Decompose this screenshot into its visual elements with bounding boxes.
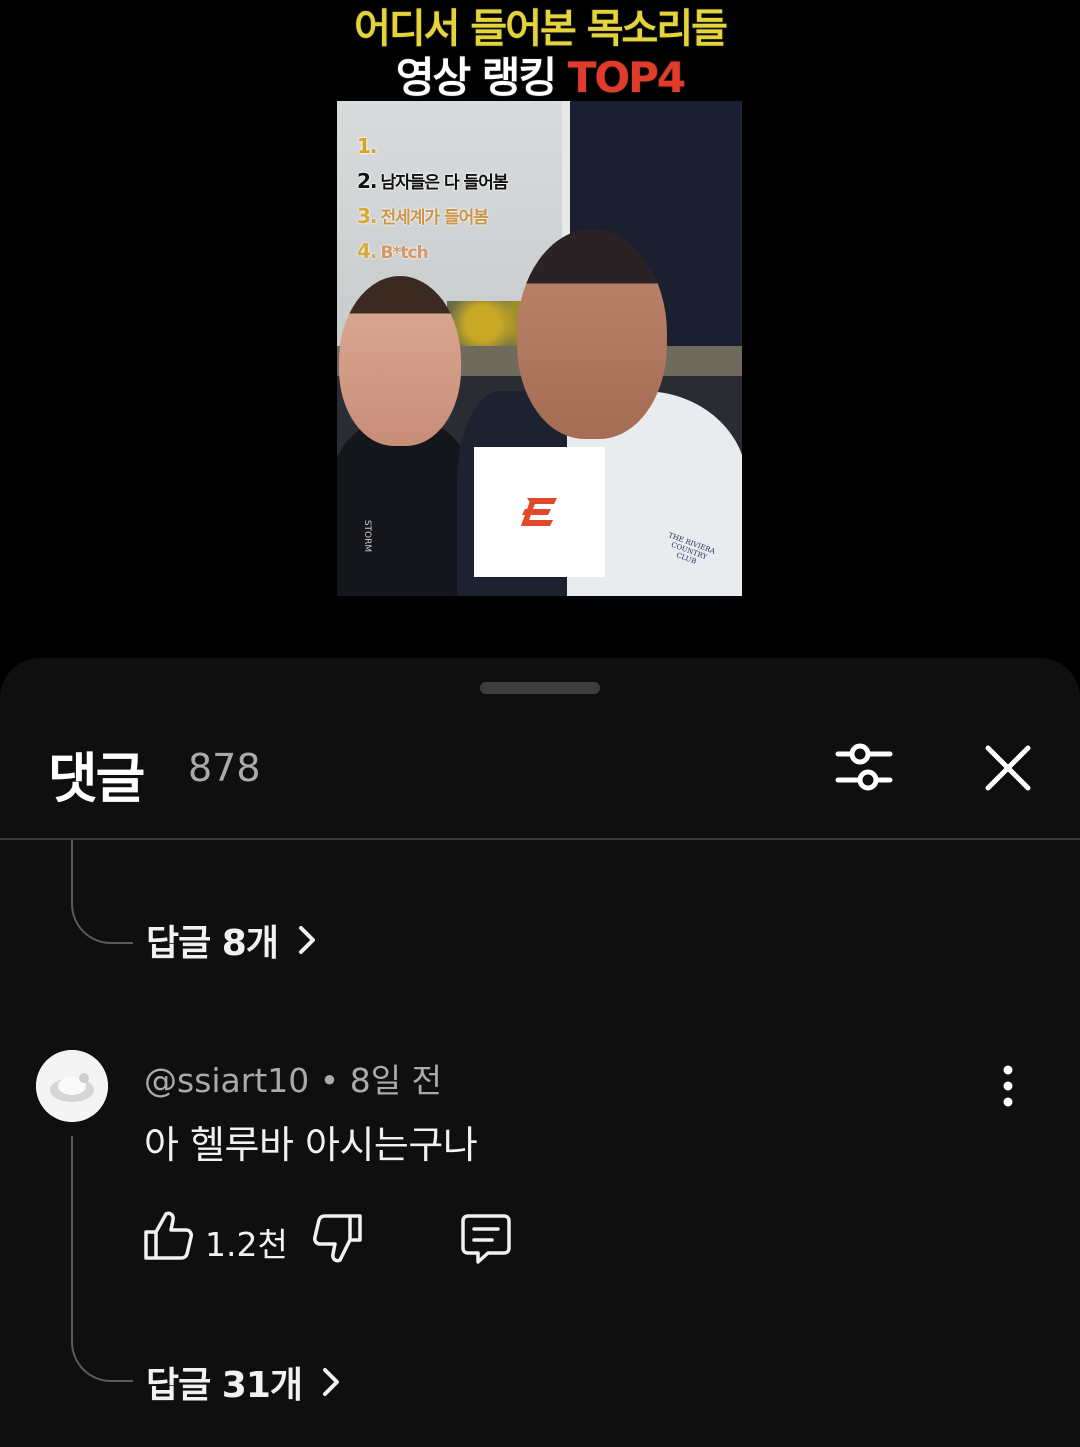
drag-handle[interactable]	[480, 682, 600, 694]
comments-count: 878	[188, 746, 261, 790]
reply-button[interactable]	[458, 1210, 514, 1266]
close-icon	[985, 745, 1031, 791]
comments-sheet: 댓글 878 답글 8개 @ssiart10 • 8일 전 아 헬루바 아시는구…	[0, 658, 1080, 1447]
ranking-num: 1.	[357, 134, 377, 158]
ranking-text: B*tch	[380, 243, 429, 263]
like-count: 1.2천	[205, 1225, 288, 1264]
chevron-right-icon	[323, 1368, 339, 1396]
comment-text: 아 헬루바 아시는구나	[144, 1123, 478, 1167]
view-replies-label: 답글 31개	[146, 1365, 303, 1406]
ranking-num: 4.	[357, 239, 377, 263]
thumb-up-icon	[144, 1211, 193, 1260]
comment-author[interactable]: @ssiart10	[144, 1061, 309, 1100]
view-replies-button[interactable]: 답글 8개	[146, 914, 322, 966]
view-replies-label: 답글 8개	[146, 923, 279, 964]
video-title-accent: TOP4	[567, 52, 687, 103]
video-player[interactable]: 어디서 들어본 목소리들 영상 랭킹 TOP4 THE RIVIERA COUN…	[0, 0, 1080, 660]
jacket-text: STORM	[362, 519, 373, 553]
filter-icon	[835, 743, 893, 791]
comments-title: 댓글	[48, 747, 145, 810]
header-divider	[0, 838, 1080, 840]
video-title-prefix: 영상 랭킹	[395, 52, 568, 103]
ranking-item: 2. 남자들은 다 들어봄	[357, 164, 509, 199]
close-button[interactable]	[970, 730, 1046, 806]
dislike-button[interactable]	[312, 1210, 364, 1266]
comment-icon	[461, 1214, 511, 1264]
more-vert-icon	[1003, 1065, 1013, 1107]
person-right-head	[517, 229, 667, 439]
comment-options-button[interactable]	[984, 1060, 1032, 1112]
ranking-text: 남자들은 다 들어봄	[380, 173, 509, 193]
thumb-down-icon	[313, 1214, 362, 1263]
ranking-num: 2.	[357, 169, 377, 193]
channel-logo-icon	[474, 447, 605, 577]
chevron-right-icon	[298, 926, 315, 954]
ranking-overlay: 1. 2. 남자들은 다 들어봄 3. 전세계가 들어봄 4. B*tch	[357, 129, 509, 269]
person-left-head	[339, 276, 461, 446]
comment-time: 8일 전	[349, 1061, 442, 1100]
ranking-text: 전세계가 들어봄	[380, 208, 489, 228]
thread-connector	[71, 840, 133, 944]
avatar-icon	[36, 1050, 108, 1122]
sort-filter-button[interactable]	[826, 730, 902, 806]
thread-connector	[71, 1136, 133, 1382]
ranking-item: 4. B*tch	[357, 234, 507, 269]
view-replies-button[interactable]: 답글 31개	[146, 1356, 346, 1408]
like-button[interactable]	[142, 1208, 194, 1264]
ranking-item: 3. 전세계가 들어봄	[357, 199, 507, 234]
avatar[interactable]	[36, 1050, 108, 1122]
video-title-line2: 영상 랭킹 TOP4	[0, 44, 1080, 105]
comment-meta: @ssiart10 • 8일 전	[144, 1054, 442, 1102]
person-left-body	[337, 421, 477, 596]
ranking-item: 1.	[357, 129, 507, 164]
ranking-num: 3.	[357, 204, 377, 228]
meta-separator: •	[309, 1061, 350, 1100]
